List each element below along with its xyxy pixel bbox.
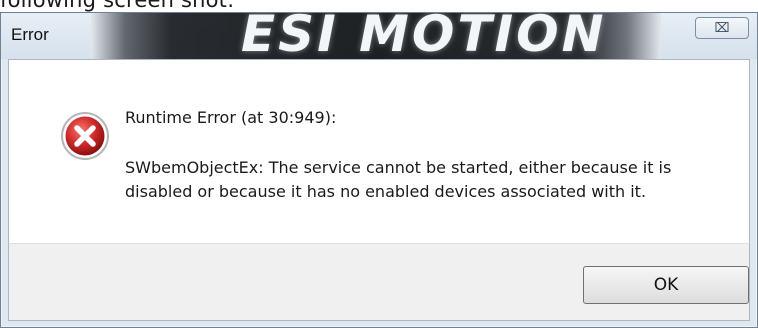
button-bar: OK [8,243,750,321]
message-area: Runtime Error (at 30:949): SWbemObjectEx… [8,59,750,243]
close-button[interactable]: ⌧ [695,17,749,39]
screenshot: following screen shot: ESI MOTION Error … [0,0,758,328]
background-banner: ESI MOTION [91,13,661,59]
cropped-caption-text: following screen shot: [0,0,235,12]
error-icon [61,112,109,160]
error-dialog: ESI MOTION Error ⌧ Runtime Error (at 30:… [0,12,758,328]
close-icon: ⌧ [714,20,730,36]
title-bar[interactable]: ESI MOTION Error ⌧ [1,13,757,59]
window-title: Error [11,25,49,44]
ok-button[interactable]: OK [583,266,749,304]
background-banner-text: ESI MOTION [241,13,607,59]
error-title: Runtime Error (at 30:949): [125,108,337,127]
error-message: SWbemObjectEx: The service cannot be sta… [125,158,672,201]
